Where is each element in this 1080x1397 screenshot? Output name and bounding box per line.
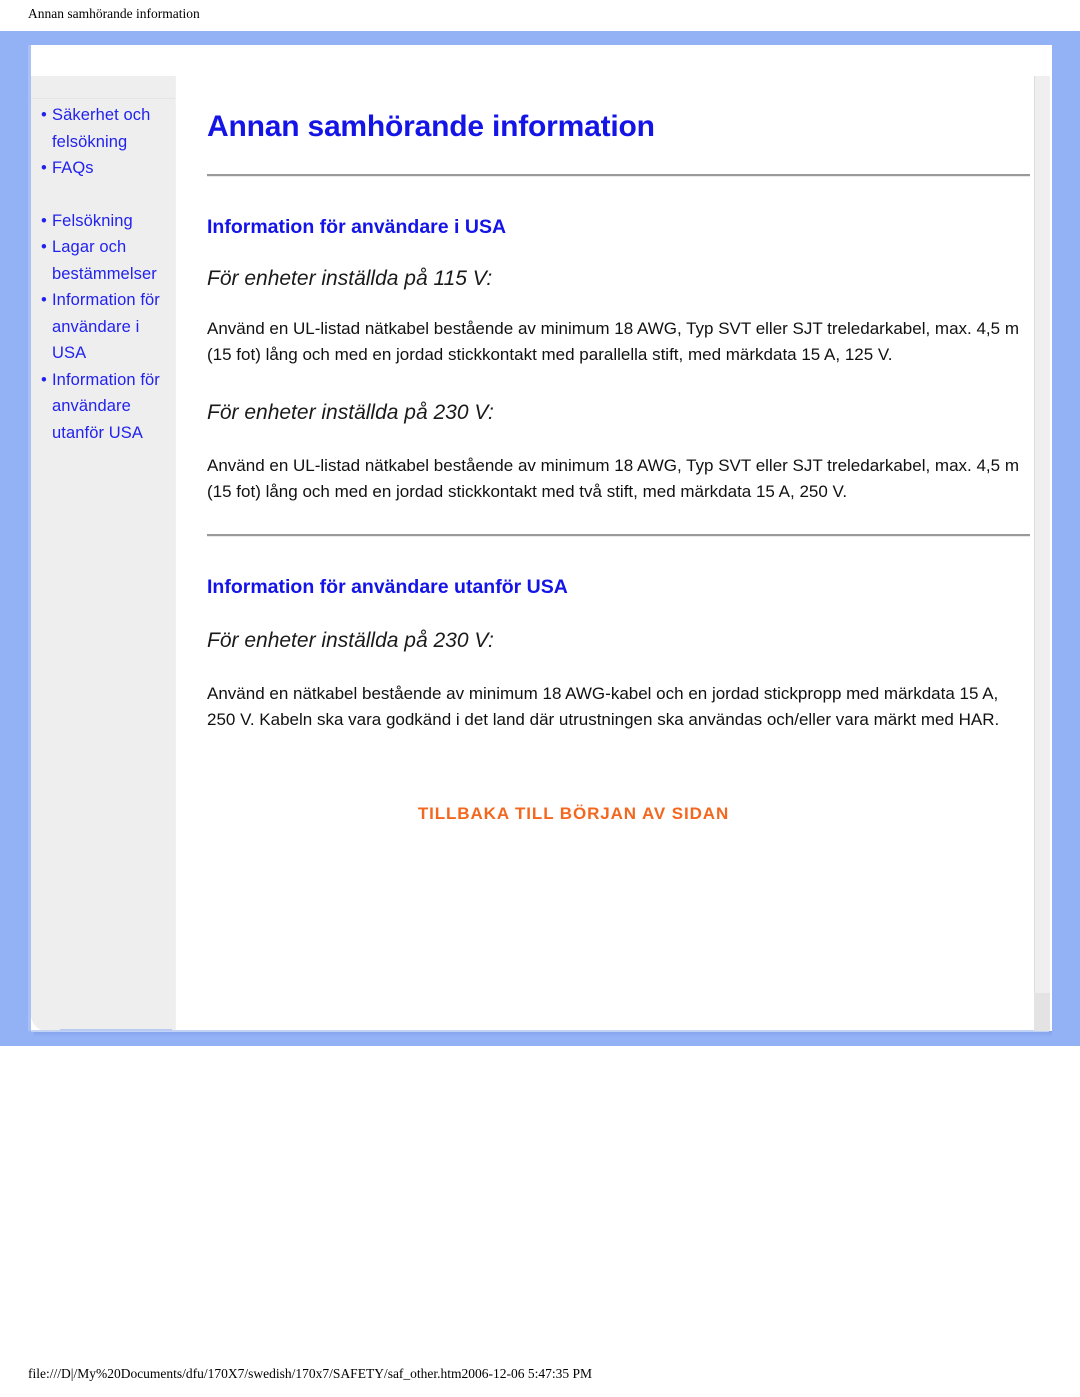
browser-print-header: Annan samhörande information <box>0 0 1080 28</box>
sidebar-item-label: Information för användare i USA <box>52 291 160 362</box>
sidebar-item-label: Felsökning <box>52 211 133 230</box>
bullet-icon: • <box>41 106 47 124</box>
vertical-scrollbar-thumb[interactable] <box>1034 993 1050 1031</box>
page-body: • Säkerhet och felsökning • FAQs • Felsö… <box>31 76 1052 1031</box>
sidebar-item-information-anvandare-utanfor-usa[interactable]: • Information för användare utanför USA <box>41 367 169 447</box>
bullet-icon: • <box>41 159 47 177</box>
sidebar-item-label: Information för användare utanför USA <box>52 370 160 442</box>
sidebar-list: • Säkerhet och felsökning • FAQs • Felsö… <box>31 102 175 446</box>
sidebar-navigation: • Säkerhet och felsökning • FAQs • Felsö… <box>31 76 175 1031</box>
sidebar-item-information-anvandare-i-usa[interactable]: • Information för användare i USA <box>41 287 169 367</box>
section-heading-usa: Information för användare i USA <box>207 216 507 238</box>
back-to-top-link[interactable]: TILLBAKA TILL BÖRJAN AV SIDAN <box>418 804 729 823</box>
sidebar-item-label: Lagar och bestämmelser <box>52 238 157 283</box>
section-heading-outside-usa: Information för användare utanför USA <box>207 576 568 598</box>
subheading-230v-outside-usa: För enheter inställda på 230 V: <box>207 629 494 652</box>
bullet-icon: • <box>41 211 47 230</box>
print-header-title: Annan samhörande information <box>28 6 200 21</box>
sidebar-item-label: FAQs <box>52 159 94 177</box>
body-text-230v-outside-usa: Använd en nätkabel bestående av minimum … <box>207 684 1000 729</box>
subheading-230v-usa: För enheter inställda på 230 V: <box>207 401 494 424</box>
print-footer-url: file:///D|/My%20Documents/dfu/170X7/swed… <box>28 1366 593 1381</box>
sidebar-item-sakerhet-och-felsokning[interactable]: • Säkerhet och felsökning <box>41 102 169 155</box>
body-text-230v-usa: Använd en UL-listad nätkabel bestående a… <box>207 456 1019 501</box>
bullet-icon: • <box>41 291 47 309</box>
page-frame: • Säkerhet och felsökning • FAQs • Felsö… <box>0 31 1080 1046</box>
sidebar-item-lagar-och-bestammelser[interactable]: • Lagar och bestämmelser <box>41 234 169 287</box>
sidebar-item-felsokning[interactable]: • Felsökning <box>41 208 169 235</box>
vertical-scrollbar-track[interactable] <box>1034 76 1050 1031</box>
subheading-115v: För enheter inställda på 115 V: <box>207 267 493 290</box>
sidebar-top-divider <box>31 98 175 99</box>
page-title: Annan samhörande information <box>207 110 655 143</box>
browser-print-footer: file:///D|/My%20Documents/dfu/170X7/swed… <box>0 1362 1080 1386</box>
page-bottom-divider-accent <box>60 1029 172 1031</box>
content-left-divider <box>175 76 176 1031</box>
section-divider-middle <box>207 534 1030 536</box>
back-to-top-container: TILLBAKA TILL BÖRJAN AV SIDAN <box>207 804 1030 824</box>
page-bottom-divider <box>31 1030 1049 1032</box>
sidebar-item-label: Säkerhet och felsökning <box>52 106 151 151</box>
bullet-icon: • <box>41 238 47 256</box>
body-text-115v: Använd en UL-listad nätkabel bestående a… <box>207 319 1019 364</box>
sidebar-item-faqs[interactable]: • FAQs <box>41 155 169 182</box>
section-divider-top <box>207 174 1030 176</box>
main-content: Annan samhörande information Information… <box>175 76 1052 1031</box>
bullet-icon: • <box>41 370 47 389</box>
